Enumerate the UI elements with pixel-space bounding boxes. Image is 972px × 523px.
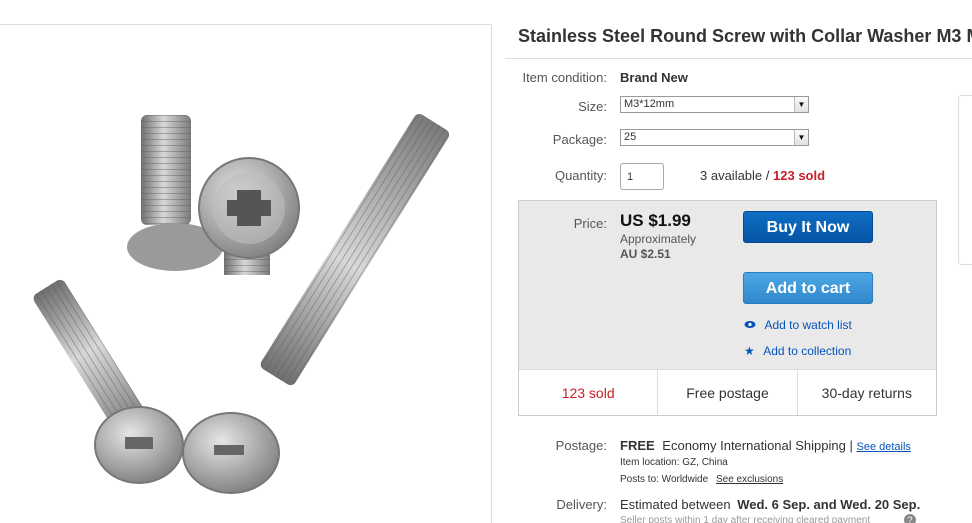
delivery-note-text: Seller posts within 1 day after bbox=[620, 515, 751, 523]
size-select[interactable]: M3*12mm ▼ bbox=[620, 96, 809, 113]
chevron-down-icon: ▼ bbox=[794, 130, 808, 145]
delivery-label: Delivery: bbox=[556, 497, 607, 512]
delivery-text: Estimated between bbox=[620, 497, 731, 512]
delivery-range: Wed. 6 Sep. and Wed. 20 Sep. bbox=[737, 497, 921, 512]
title-divider bbox=[505, 58, 972, 59]
postage-method: Economy International Shipping bbox=[662, 438, 846, 453]
price-box: 123 sold Free postage 30-day returns bbox=[518, 200, 937, 416]
sold-count: 123 sold bbox=[773, 168, 826, 183]
availability-text: 3 available / 123 sold bbox=[700, 168, 825, 183]
delivery-value: Estimated between Wed. 6 Sep. and Wed. 2… bbox=[620, 497, 920, 512]
posts-to-row: Posts to: Worldwide See exclusions bbox=[620, 474, 783, 485]
see-exclusions-link[interactable]: See exclusions bbox=[716, 474, 783, 485]
item-location: Item location: GZ, China bbox=[620, 457, 728, 468]
delivery-note: Seller posts within 1 day after receivin… bbox=[620, 515, 870, 523]
stat-postage: Free postage bbox=[658, 370, 798, 415]
star-icon: ★ bbox=[744, 344, 755, 358]
size-label: Size: bbox=[578, 99, 607, 114]
stat-sold: 123 sold bbox=[519, 370, 659, 415]
available-count: 3 available / bbox=[700, 168, 770, 183]
size-select-value: M3*12mm bbox=[624, 98, 675, 110]
watch-list-label: Add to watch list bbox=[764, 318, 852, 332]
package-label: Package: bbox=[552, 132, 607, 147]
quantity-label: Quantity: bbox=[554, 168, 607, 183]
product-image-panel[interactable] bbox=[0, 24, 492, 523]
package-select[interactable]: 25 ▼ bbox=[620, 129, 809, 146]
postage-value: FREE Economy International Shipping | Se… bbox=[620, 438, 911, 453]
eye-icon bbox=[744, 316, 760, 333]
price-value: US $1.99 bbox=[620, 211, 691, 230]
postage-label: Postage: bbox=[555, 438, 607, 453]
collection-label: Add to collection bbox=[763, 344, 852, 358]
collection-link[interactable]: ★ Add to collection bbox=[744, 342, 851, 360]
quantity-input[interactable]: 1 bbox=[620, 163, 664, 190]
cleared-payment-link[interactable]: receiving cleared payment bbox=[753, 515, 870, 523]
price-converted: AU $2.51 bbox=[620, 247, 671, 261]
help-icon[interactable]: ? bbox=[904, 514, 916, 523]
product-image bbox=[33, 114, 450, 494]
postage-separator: | bbox=[849, 438, 853, 453]
condition-value: Brand New bbox=[620, 70, 688, 85]
buy-it-now-button[interactable]: Buy It Now bbox=[743, 211, 873, 243]
stat-returns: 30-day returns bbox=[821, 385, 912, 401]
item-stats-bar: 123 sold Free postage 30-day returns bbox=[519, 369, 936, 415]
postage-free: FREE bbox=[620, 438, 655, 453]
item-title: Stainless Steel Round Screw with Collar … bbox=[518, 26, 972, 46]
seller-info-card bbox=[958, 95, 972, 265]
package-select-value: 25 bbox=[624, 131, 637, 143]
listing-page: Stainless Steel Round Screw with Collar … bbox=[0, 0, 972, 523]
price-label: Price: bbox=[573, 216, 607, 231]
watch-list-link[interactable]: Add to watch list bbox=[744, 316, 852, 334]
see-details-link[interactable]: See details bbox=[857, 441, 911, 453]
price-approx: Approximately bbox=[620, 232, 697, 246]
chevron-down-icon: ▼ bbox=[794, 97, 808, 112]
add-to-cart-button[interactable]: Add to cart bbox=[743, 272, 873, 304]
condition-label: Item condition: bbox=[522, 70, 607, 85]
posts-to: Posts to: Worldwide bbox=[620, 474, 709, 485]
